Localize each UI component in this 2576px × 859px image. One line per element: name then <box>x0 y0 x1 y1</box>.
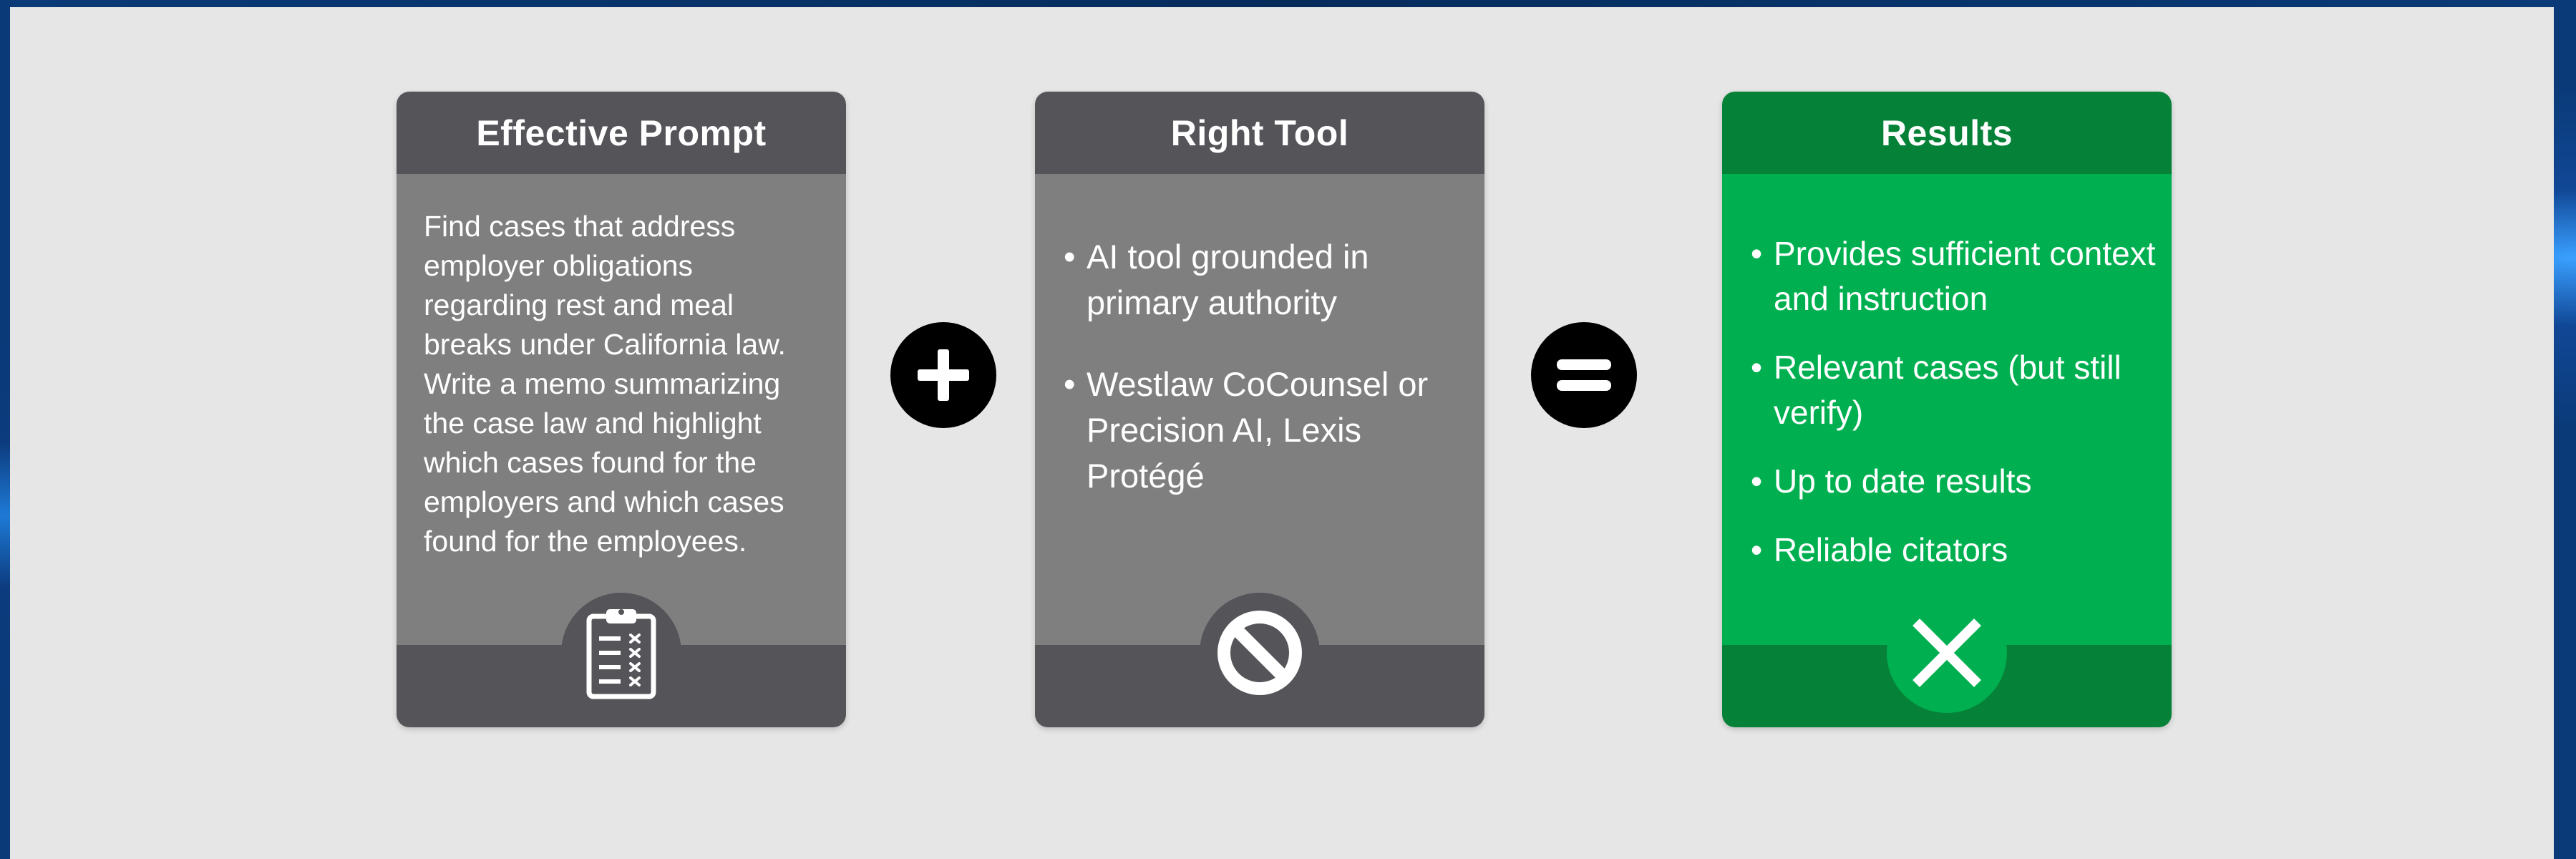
list-item: • Up to date results <box>1751 462 2032 500</box>
list-item: • Relevant cases (but still verify) <box>1751 349 2121 431</box>
results-list: • Provides sufficient context and instruc… <box>1746 231 2162 596</box>
results-body: • Provides sufficient context and instruc… <box>1722 174 2172 645</box>
close-x-icon <box>1887 593 2007 713</box>
prohibited-icon <box>1200 593 1320 713</box>
plus-icon <box>890 322 996 428</box>
list-item: • AI tool grounded in primary authority <box>1064 238 1369 321</box>
prompt-text: Find cases that address employer obligat… <box>424 210 786 558</box>
results-card: Results • Provides sufficient context and… <box>1722 92 2172 727</box>
clipboard-checklist-icon <box>561 593 681 713</box>
effective-prompt-body: Find cases that address employer obligat… <box>397 174 846 645</box>
right-tool-body: • AI tool grounded in primary authority •… <box>1035 174 1484 645</box>
effective-prompt-card: Effective Prompt Find cases that address… <box>397 92 846 727</box>
right-tool-title: Right Tool <box>1035 92 1484 174</box>
list-item: • Provides sufficient context and instruc… <box>1751 235 2156 317</box>
list-item: • Westlaw CoCounsel or Precision AI, Lexi… <box>1064 365 1429 495</box>
right-tool-card: Right Tool • AI tool grounded in primary … <box>1035 92 1484 727</box>
right-tool-list: • AI tool grounded in primary authority •… <box>1059 234 1467 535</box>
slide: Effective Prompt Find cases that address… <box>10 7 2554 859</box>
equals-icon <box>1531 322 1637 428</box>
results-title: Results <box>1722 92 2172 174</box>
list-item: • Reliable citators <box>1751 531 2008 568</box>
effective-prompt-title: Effective Prompt <box>397 92 846 174</box>
